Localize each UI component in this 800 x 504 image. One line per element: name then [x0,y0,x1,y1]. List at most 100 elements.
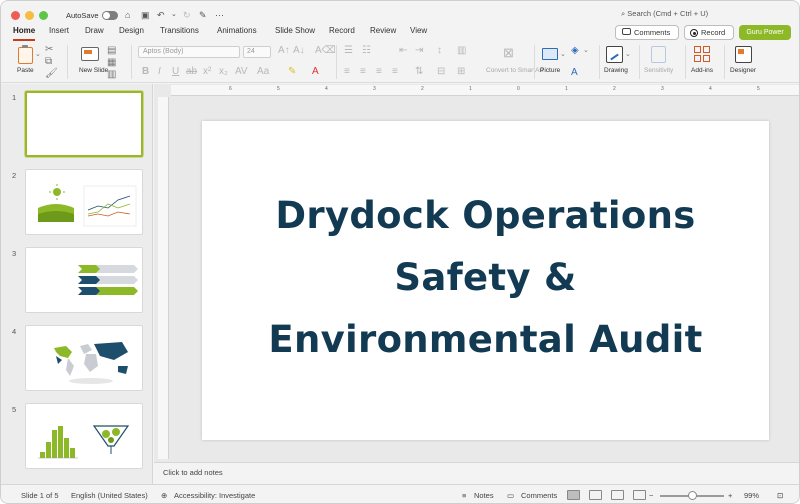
undo-dropdown-icon[interactable]: ⌄ [171,9,177,21]
align-text-icon[interactable]: ⊟ [437,66,445,78]
zoom-out-icon[interactable]: − [649,491,653,500]
tab-design[interactable]: Design [119,26,144,35]
tab-view[interactable]: View [410,26,427,35]
close-window-button[interactable] [11,11,20,20]
character-spacing-icon[interactable]: AV [235,66,248,78]
paste-dropdown-icon[interactable]: ⌄ [35,49,41,61]
shapes-icon[interactable]: ◈ [571,45,579,57]
comments-toggle[interactable]: Comments [521,491,557,500]
paste-label: Paste [17,67,34,74]
underline-icon[interactable]: U [172,66,179,78]
ruler-tick: 0 [517,86,520,92]
notes-pane[interactable]: Click to add notes [154,462,799,483]
slide-sorter-view-button[interactable] [589,490,602,500]
cut-icon[interactable]: ✂ [45,44,53,56]
ruler-tick: 2 [421,86,424,92]
reading-view-button[interactable] [611,490,624,500]
section-icon[interactable]: ▥ [107,69,116,81]
drawing-dropdown-icon[interactable]: ⌄ [625,49,631,61]
paste-icon[interactable] [18,45,33,64]
zoom-in-icon[interactable]: + [728,491,732,500]
text-direction-icon[interactable]: ⇅ [415,66,423,78]
minimize-window-button[interactable] [25,11,34,20]
accessibility-status[interactable]: Accessibility: Investigate [174,491,255,500]
format-painter-icon[interactable]: ✎ [199,9,207,21]
increase-indent-icon[interactable]: ⇥ [415,45,423,57]
strikethrough-icon[interactable]: ab [186,66,197,78]
home-icon[interactable]: ⌂ [125,9,130,21]
reset-icon[interactable]: ▦ [107,57,116,69]
tab-draw[interactable]: Draw [85,26,104,35]
change-case-icon[interactable]: Aa [257,66,269,78]
slide-title-textbox[interactable]: Drydock Operations Safety & Environmenta… [202,185,769,371]
shapes-dropdown-icon[interactable]: ⌄ [583,45,589,57]
subscript-icon[interactable]: x₂ [219,66,228,78]
text-box-icon[interactable]: A [571,67,578,79]
zoom-slider-thumb[interactable] [688,491,697,500]
italic-icon[interactable]: I [158,66,161,78]
record-button[interactable]: Record [684,25,734,40]
autosave-label: AutoSave [66,11,99,20]
slide-thumbnail-1[interactable] [25,91,143,157]
language-indicator[interactable]: English (United States) [71,491,148,500]
sensitivity-icon[interactable] [651,46,666,63]
slide-thumbnail-2[interactable] [25,169,143,235]
align-right-icon[interactable]: ≡ [376,66,382,78]
undo-icon[interactable]: ↶ [157,9,165,21]
copy-icon[interactable]: ⧉ [45,56,52,68]
highlight-color-icon[interactable]: ✎ [288,66,296,78]
picture-icon[interactable] [542,48,558,60]
designer-icon[interactable] [735,46,752,63]
slide-thumbnail-4[interactable] [25,325,143,391]
drawing-icon[interactable] [606,46,623,63]
bullets-icon[interactable]: ☰ [344,45,353,57]
zoom-window-button[interactable] [39,11,48,20]
tab-home[interactable]: Home [13,26,36,41]
justify-icon[interactable]: ≡ [392,66,398,78]
tab-slide-show[interactable]: Slide Show [275,26,315,35]
autosave-toggle[interactable] [102,11,118,20]
slide-thumbnail-5[interactable] [25,403,143,469]
normal-view-button[interactable] [567,490,580,500]
align-center-icon[interactable]: ≡ [360,66,366,78]
guru-power-button[interactable]: Guru Power [739,25,791,40]
align-left-icon[interactable]: ≡ [344,66,350,78]
distribute-icon[interactable]: ⊞ [457,66,465,78]
tab-insert[interactable]: Insert [49,26,69,35]
new-slide-icon[interactable] [81,47,99,61]
columns-icon[interactable]: ▥ [457,45,466,57]
bold-icon[interactable]: B [142,66,149,78]
tab-animations[interactable]: Animations [217,26,257,35]
redo-icon[interactable]: ↻ [183,9,191,21]
more-icon[interactable]: ⋯ [215,9,224,21]
add-ins-icon[interactable] [694,46,711,63]
status-bar: Slide 1 of 5 English (United States) ⊕ A… [1,484,799,503]
tab-record[interactable]: Record [329,26,355,35]
superscript-icon[interactable]: x² [203,66,211,78]
tab-review[interactable]: Review [370,26,396,35]
picture-dropdown-icon[interactable]: ⌄ [560,49,566,61]
notes-toggle[interactable]: Notes [474,491,494,500]
font-name-select[interactable]: Aptos (Body) [138,46,240,58]
font-size-select[interactable]: 24 [243,46,271,58]
numbering-icon[interactable]: ☷ [362,45,371,57]
search-field[interactable]: ⌕ Search (Cmd + Ctrl + U) [621,9,708,19]
layout-icon[interactable]: ▤ [107,45,116,57]
fit-slide-icon[interactable]: ⊡ [777,491,783,500]
comments-button[interactable]: Comments [615,25,679,40]
format-painter-brush-icon[interactable]: 🖌 [45,68,58,80]
slide-show-view-button[interactable] [633,490,646,500]
thumbnail-number: 4 [12,327,17,336]
tab-transitions[interactable]: Transitions [160,26,199,35]
clear-formatting-icon[interactable]: A⌫ [315,45,336,57]
save-icon[interactable]: ▣ [141,9,150,21]
increase-font-icon[interactable]: A↑ [278,45,290,57]
current-slide[interactable]: Drydock Operations Safety & Environmenta… [202,121,769,440]
decrease-indent-icon[interactable]: ⇤ [399,45,407,57]
slide-thumbnail-3[interactable] [25,247,143,313]
smartart-icon[interactable]: ⊠ [503,46,514,59]
zoom-level[interactable]: 99% [744,491,759,500]
line-spacing-icon[interactable]: ↕ [437,45,442,57]
decrease-font-icon[interactable]: A↓ [293,45,305,57]
font-color-icon[interactable]: A [312,66,319,78]
